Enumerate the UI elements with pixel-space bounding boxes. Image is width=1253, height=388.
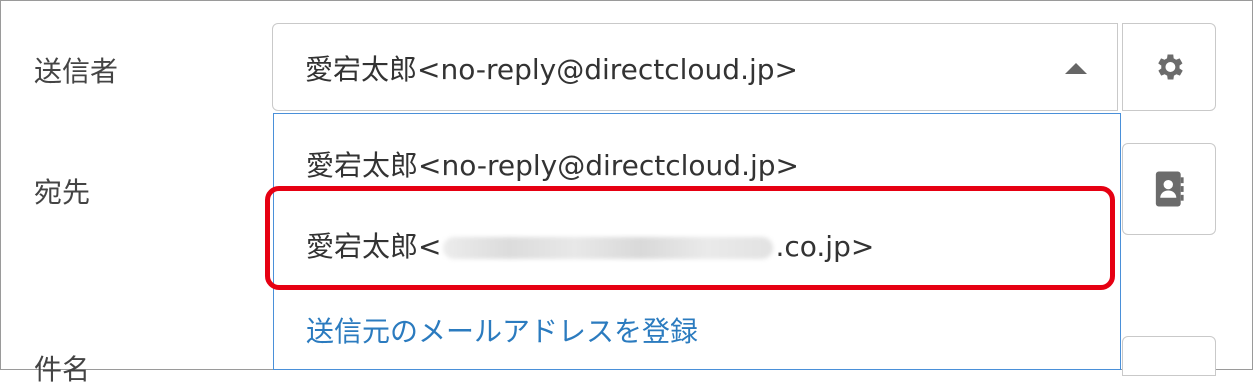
highlight-box (265, 186, 1115, 290)
register-sender-link[interactable]: 送信元のメールアドレスを登録 (306, 310, 698, 350)
recipient-label: 宛先 (34, 176, 91, 209)
sender-label: 送信者 (34, 55, 119, 88)
subject-addon (1122, 336, 1216, 376)
subject-label: 件名 (34, 353, 91, 386)
sender-select[interactable]: 愛宕太郎<no-reply@directcloud.jp> (272, 23, 1118, 111)
caret-up-icon (1065, 63, 1087, 74)
sender-selected-value: 愛宕太郎<no-reply@directcloud.jp> (305, 53, 798, 86)
gear-icon (1158, 54, 1183, 80)
address-book-button[interactable] (1122, 143, 1216, 235)
dropdown-option-no-reply[interactable]: 愛宕太郎<no-reply@directcloud.jp> (306, 144, 799, 184)
sender-settings-button[interactable] (1122, 23, 1216, 111)
address-book-icon (1155, 171, 1184, 207)
